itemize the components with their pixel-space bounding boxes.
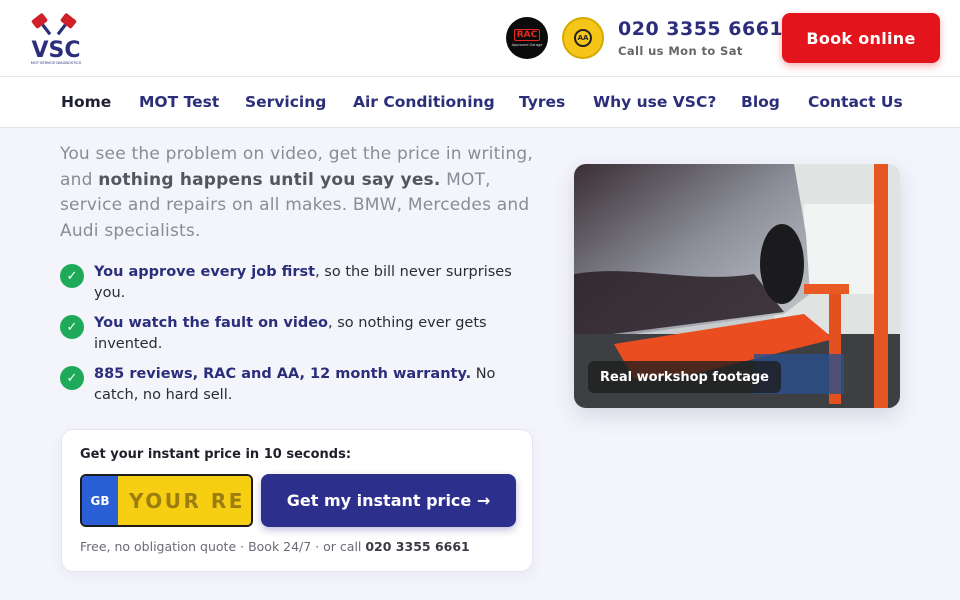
header-phone-link[interactable]: 020 3355 6661: [618, 18, 783, 40]
check-icon: ✓: [60, 315, 84, 339]
benefit-highlight: 885 reviews, RAC and AA, 12 month warran…: [94, 366, 472, 382]
plate-country-code: GB: [82, 476, 118, 525]
quote-card-title: Get your instant price in 10 seconds:: [80, 447, 352, 462]
benefits-list: ✓ You approve every job first, so the bi…: [60, 262, 530, 415]
nav-blog[interactable]: Blog: [741, 93, 780, 111]
benefit-highlight: You approve every job first: [94, 264, 316, 280]
pistons-logo-icon: VSC MOT·SERVICE·DIAGNOSTICS: [31, 13, 82, 65]
nav-tyres[interactable]: Tyres: [519, 93, 565, 111]
book-online-button[interactable]: Book online: [782, 13, 940, 63]
registration-placeholder[interactable]: YOUR RE: [118, 476, 251, 525]
quote-footer-label: Free, no obligation quote · Book 24/7 · …: [80, 539, 366, 554]
quote-footer-phone-link[interactable]: 020 3355 6661: [365, 539, 469, 554]
benefit-item: ✓ 885 reviews, RAC and AA, 12 month warr…: [60, 364, 530, 406]
quote-footer-text: Free, no obligation quote · Book 24/7 · …: [80, 539, 470, 554]
rac-badge-word: RAC: [513, 29, 541, 41]
top-header: VSC MOT·SERVICE·DIAGNOSTICS RAC Approved…: [0, 0, 960, 77]
hero-intro-text: You see the problem on video, get the pr…: [60, 142, 540, 244]
benefit-item: ✓ You approve every job first, so the bi…: [60, 262, 530, 304]
nav-servicing[interactable]: Servicing: [245, 93, 326, 111]
nav-mot-test[interactable]: MOT Test: [139, 93, 219, 111]
get-instant-price-button[interactable]: Get my instant price →: [261, 474, 516, 527]
intro-bold: nothing happens until you say yes.: [98, 169, 441, 190]
benefit-item: ✓ You watch the fault on video, so nothi…: [60, 313, 530, 355]
aa-certified-badge: AA: [562, 17, 604, 59]
aa-badge-center: AA: [574, 29, 592, 47]
nav-air-conditioning[interactable]: Air Conditioning: [353, 93, 495, 111]
nav-contact-us[interactable]: Contact Us: [808, 93, 903, 111]
photo-caption: Real workshop footage: [588, 361, 781, 393]
nav-home[interactable]: Home: [61, 93, 111, 111]
logo-tagline: MOT·SERVICE·DIAGNOSTICS: [31, 61, 82, 65]
check-icon: ✓: [60, 264, 84, 288]
header-phone-hours: Call us Mon to Sat: [618, 44, 743, 58]
registration-plate-input[interactable]: GB YOUR RE: [80, 474, 253, 527]
vsc-logo[interactable]: VSC MOT·SERVICE·DIAGNOSTICS: [22, 10, 90, 66]
main-nav: Home MOT Test Servicing Air Conditioning…: [0, 77, 960, 128]
check-icon: ✓: [60, 366, 84, 390]
rac-approved-badge: RAC Approved Garage: [506, 17, 548, 59]
logo-text: VSC: [31, 38, 80, 63]
rac-badge-sub: Approved Garage: [511, 43, 543, 47]
instant-quote-card: Get your instant price in 10 seconds: GB…: [61, 429, 533, 572]
benefit-highlight: You watch the fault on video: [94, 315, 329, 331]
nav-why-use-vsc[interactable]: Why use VSC?: [593, 93, 716, 111]
